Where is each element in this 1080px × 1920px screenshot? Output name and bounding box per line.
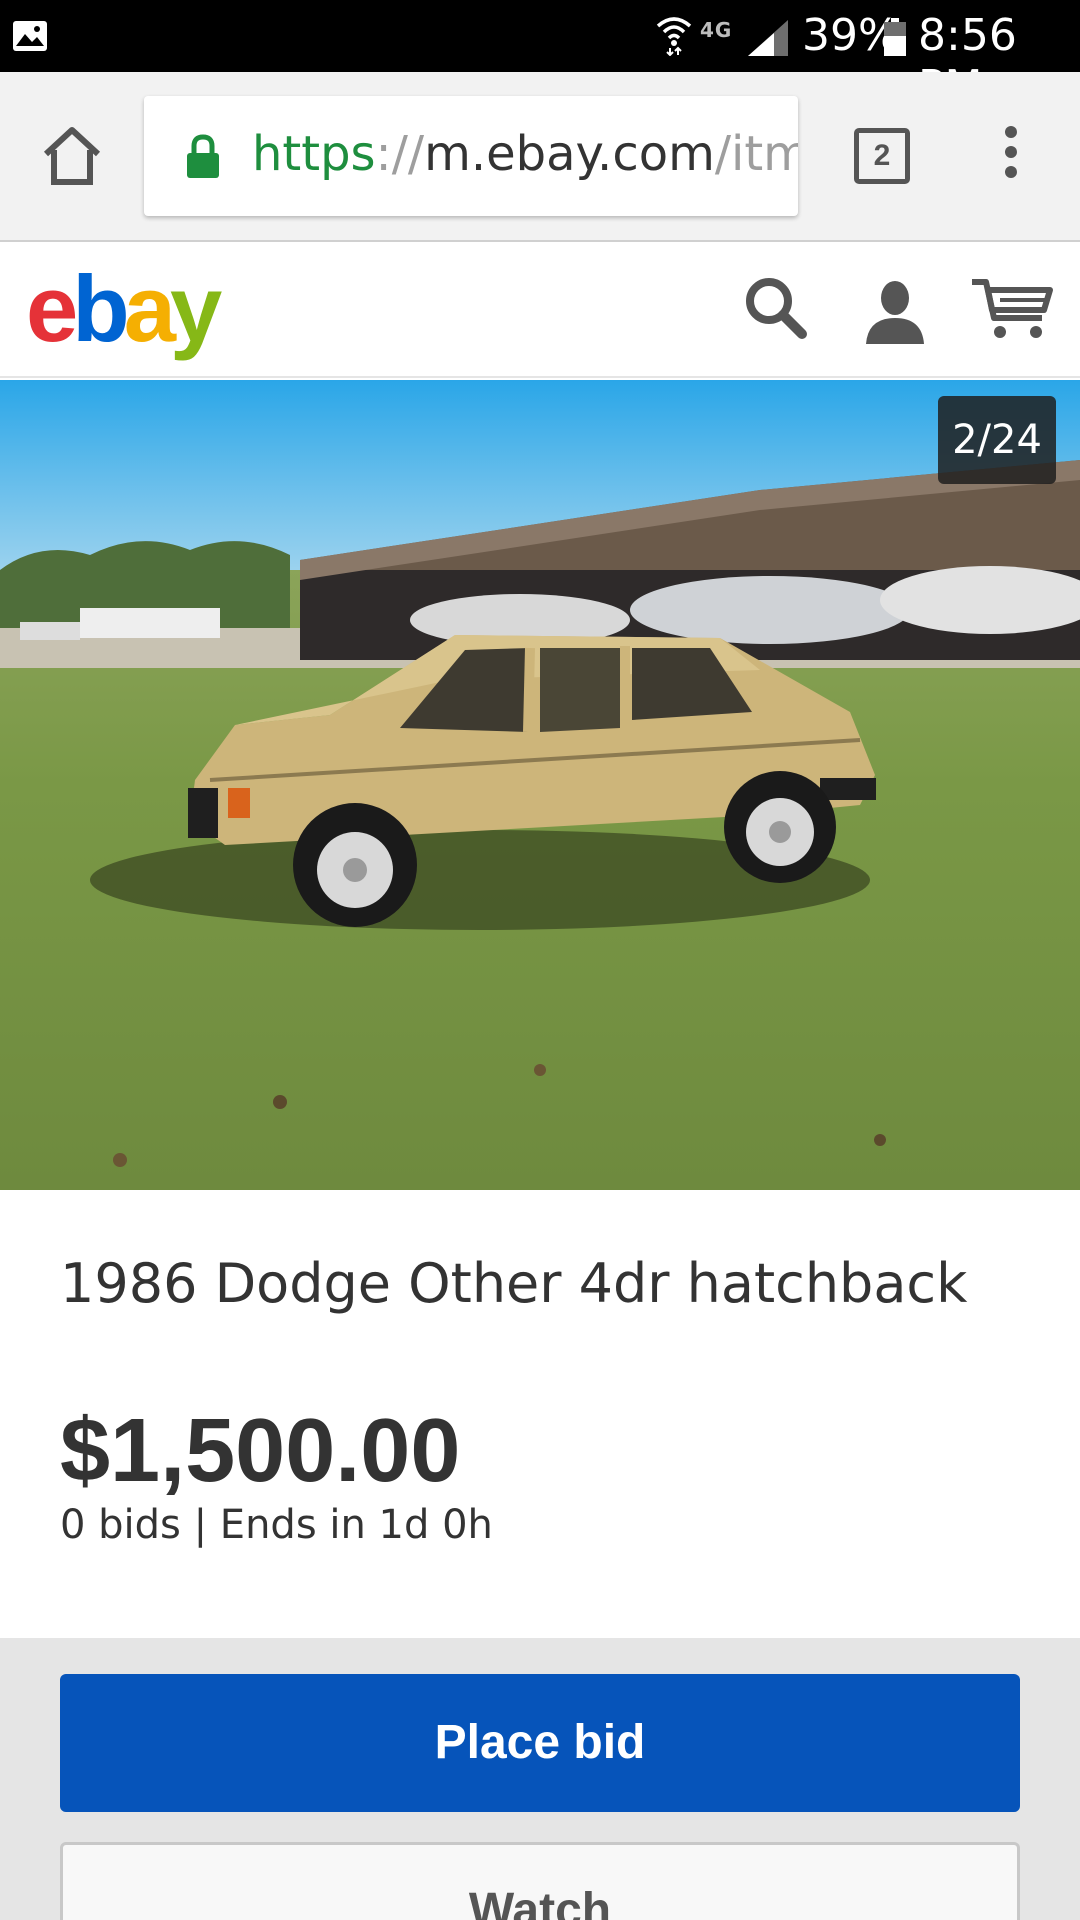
tabs-icon[interactable]: 2 bbox=[854, 128, 910, 184]
item-price: $1,500.00 bbox=[60, 1401, 461, 1501]
lock-icon bbox=[187, 134, 219, 178]
account-icon[interactable] bbox=[862, 278, 928, 344]
url-scheme: https bbox=[252, 126, 376, 182]
menu-dot bbox=[1005, 146, 1017, 158]
photo-counter: 2/24 bbox=[938, 396, 1056, 484]
logo-letter-y: y bbox=[169, 256, 222, 361]
menu-dot bbox=[1005, 126, 1017, 138]
url-host: m.ebay.com bbox=[424, 126, 715, 182]
action-area: Place bid Watch bbox=[0, 1638, 1080, 1920]
address-bar[interactable]: https://m.ebay.com/itm/ bbox=[144, 96, 798, 216]
url-path: /itm/ bbox=[714, 126, 798, 182]
url-separator: :// bbox=[375, 126, 425, 182]
status-bar: 4G 39% 8:56 PM bbox=[0, 0, 1080, 112]
network-type-label: 4G bbox=[700, 18, 733, 42]
gallery-icon bbox=[13, 21, 47, 51]
item-photo[interactable]: 2/24 bbox=[0, 380, 1080, 1190]
car-photo bbox=[0, 380, 1080, 1190]
browser-toolbar: https://m.ebay.com/itm/ 2 bbox=[0, 72, 1080, 242]
wifi-icon bbox=[656, 17, 692, 56]
more-vert-icon[interactable] bbox=[996, 126, 1026, 186]
logo-letter-b: b bbox=[72, 256, 129, 361]
url-text: https://m.ebay.com/itm/ bbox=[252, 126, 798, 182]
signal-icon bbox=[748, 20, 788, 56]
battery-icon bbox=[884, 18, 906, 56]
cart-icon[interactable] bbox=[970, 276, 1054, 342]
watch-button[interactable]: Watch bbox=[60, 1842, 1020, 1920]
place-bid-button[interactable]: Place bid bbox=[60, 1674, 1020, 1812]
item-title: 1986 Dodge Other 4dr hatchback bbox=[60, 1252, 968, 1315]
bid-info: 0 bids | Ends in 1d 0h bbox=[60, 1502, 493, 1548]
menu-dot bbox=[1005, 166, 1017, 178]
search-icon[interactable] bbox=[742, 274, 808, 340]
site-header: ebay bbox=[0, 242, 1080, 378]
logo-letter-e: e bbox=[26, 256, 78, 361]
home-icon[interactable] bbox=[40, 124, 104, 188]
logo-letter-a: a bbox=[123, 256, 176, 361]
ebay-logo[interactable]: ebay bbox=[26, 262, 222, 356]
